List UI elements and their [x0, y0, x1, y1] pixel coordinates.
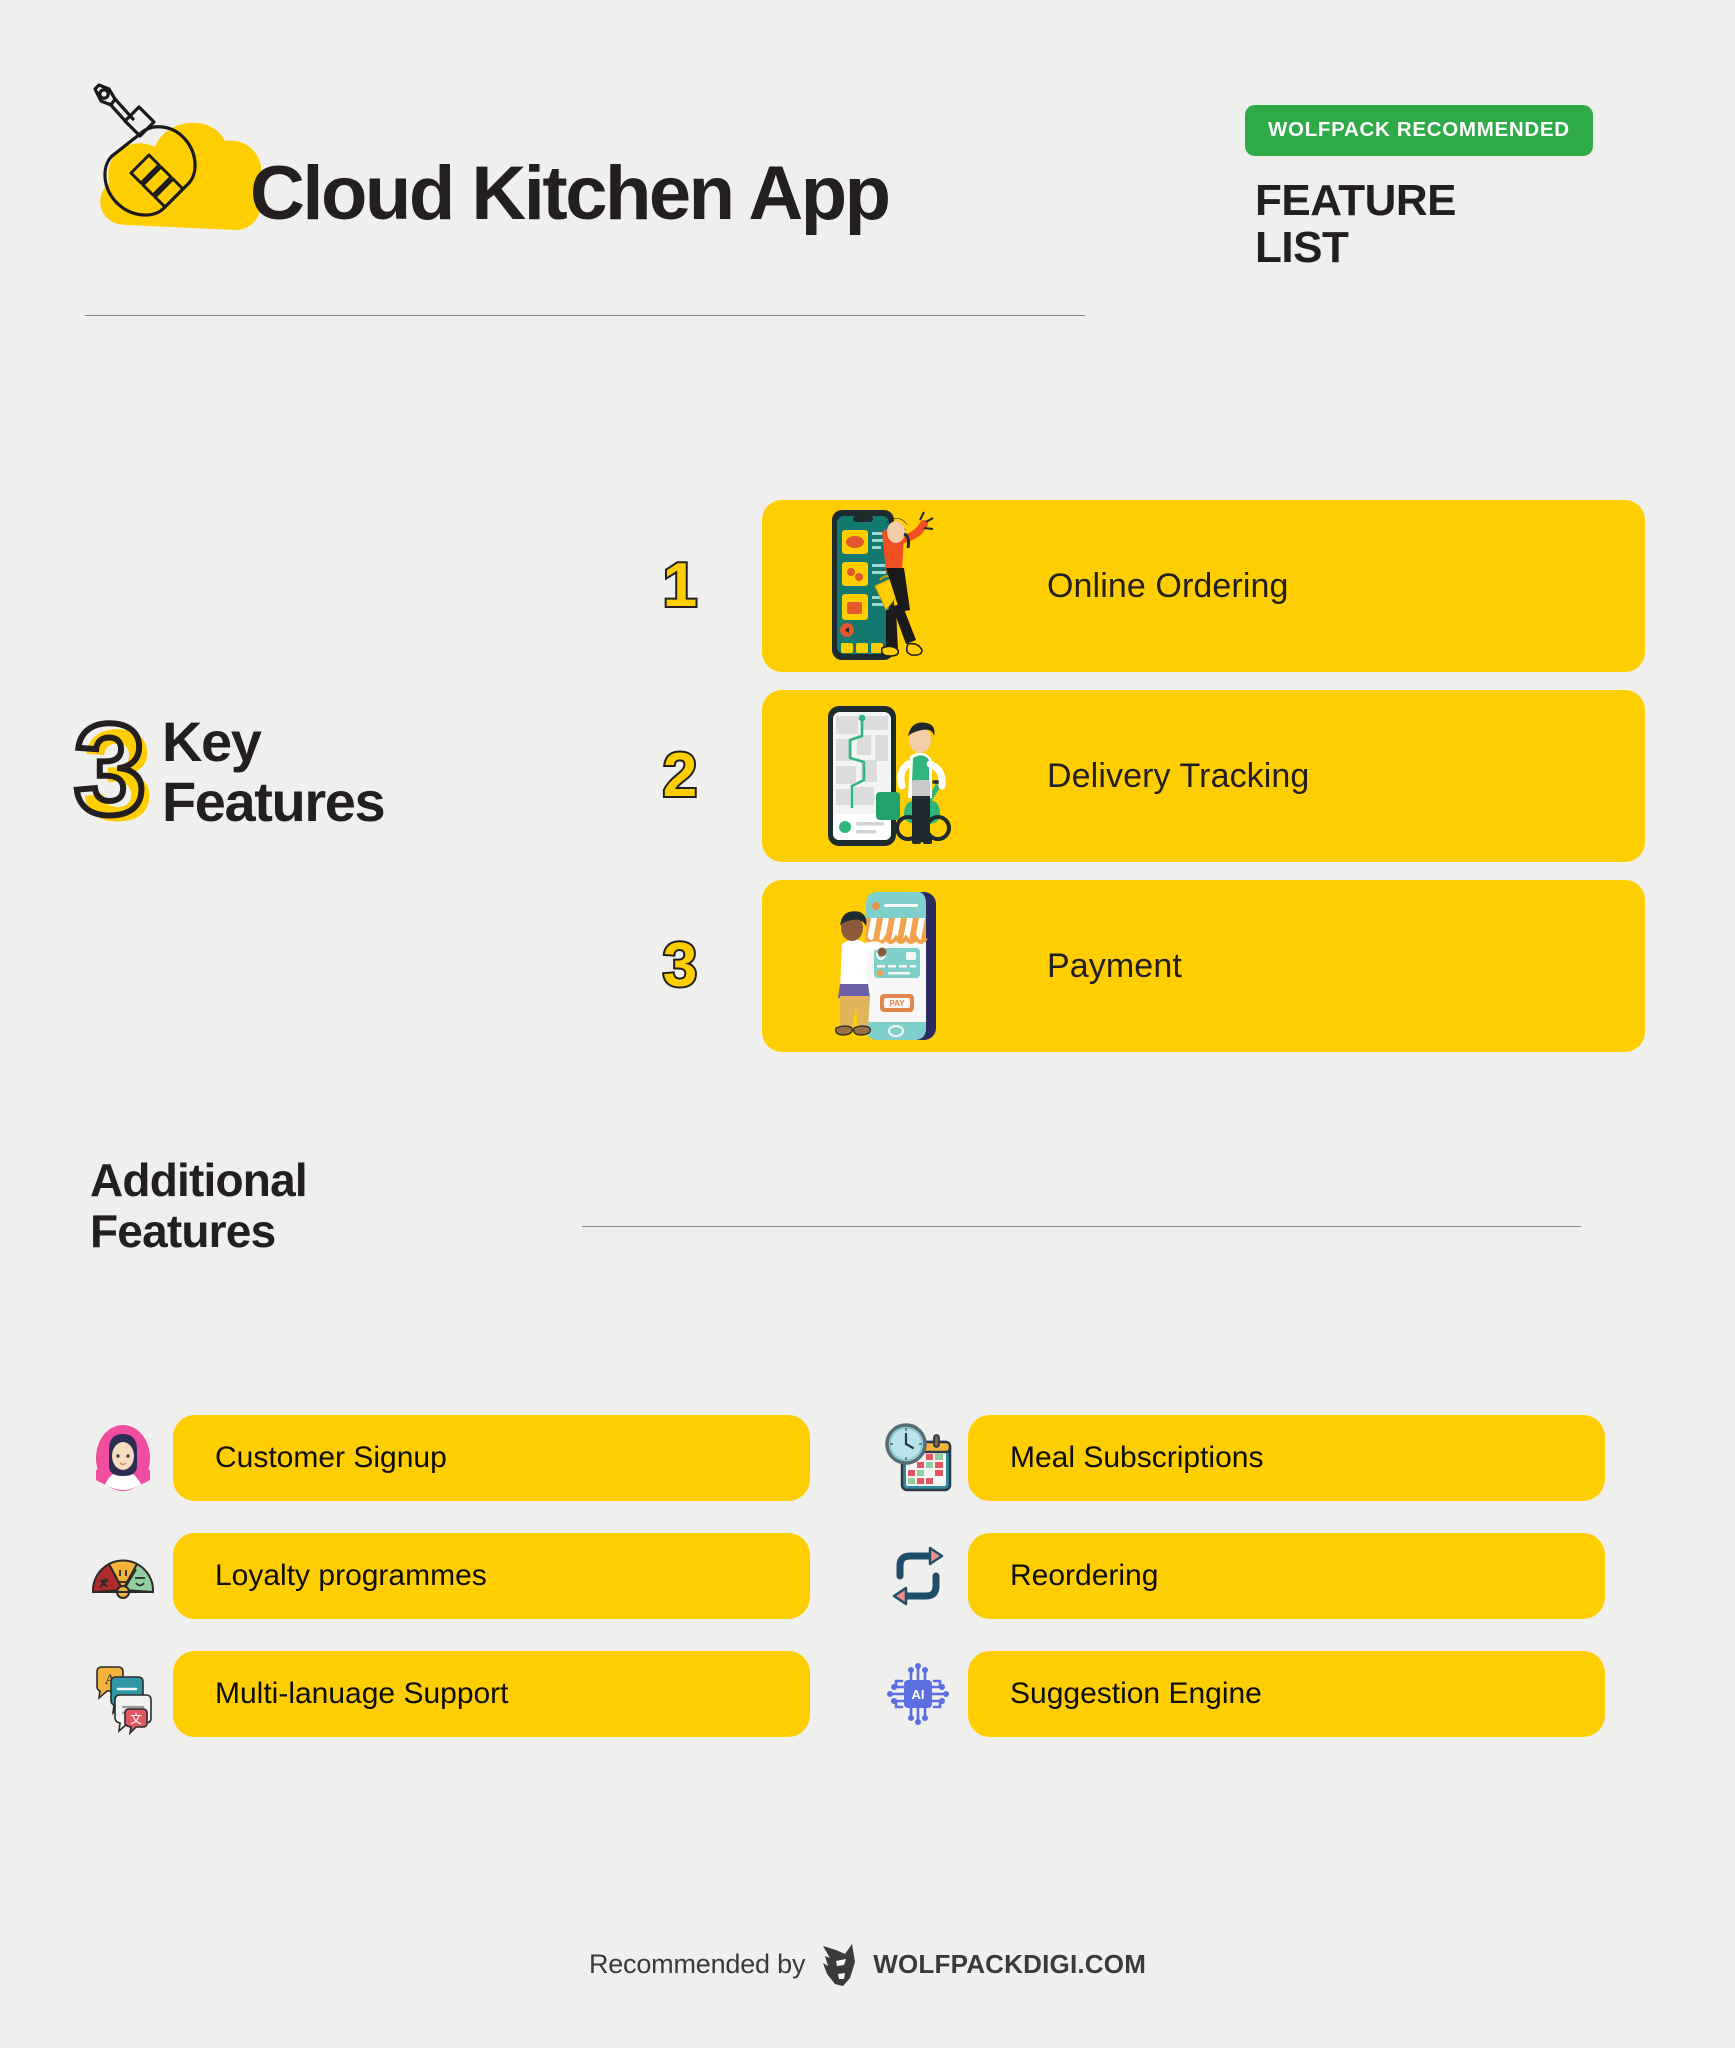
- header-divider: [85, 315, 1085, 316]
- svg-text:文: 文: [130, 1711, 142, 1726]
- infographic-page: Cloud Kitchen App WOLFPACK RECOMMENDED F…: [0, 0, 1735, 2048]
- footer-brand: WOLFPACKDIGI.COM: [873, 1948, 1147, 1979]
- key-feature-number: 1: [661, 549, 699, 622]
- phone-map-scooter-illustration: [820, 696, 955, 856]
- list-item[interactable]: Meal Subscriptions: [880, 1405, 1605, 1523]
- pill-label[interactable]: Meal Subscriptions: [968, 1415, 1605, 1501]
- key-feature-number: 3: [661, 929, 699, 1002]
- pill-label[interactable]: Multi-lanuage Support: [173, 1651, 810, 1737]
- user-avatar-icon: [85, 1420, 161, 1496]
- footer: Recommended by WOLFPACKDIGI.COM: [0, 1942, 1735, 1986]
- feature-list-heading-line2: LIST: [1255, 222, 1349, 272]
- key-feature-card[interactable]: PAY Payment: [762, 880, 1645, 1052]
- list-item[interactable]: Customer Signup: [85, 1405, 810, 1523]
- key-features-heading-line1: Key: [162, 710, 262, 773]
- list-item[interactable]: Loyalty programmes: [85, 1523, 810, 1641]
- header: Cloud Kitchen App WOLFPACK RECOMMENDED F…: [55, 45, 1675, 335]
- list-item[interactable]: Reordering: [880, 1523, 1605, 1641]
- brand-lockup: Cloud Kitchen App: [85, 55, 1125, 285]
- key-feature-label: Payment: [1047, 946, 1182, 985]
- key-feature-card[interactable]: Delivery Tracking: [762, 690, 1645, 862]
- list-item[interactable]: AI Suggestion Engine: [880, 1641, 1605, 1759]
- key-features-heading-text: Key Features: [162, 710, 386, 834]
- status-badge: WOLFPACK RECOMMENDED: [1245, 105, 1593, 156]
- clock-calendar-icon: [880, 1420, 956, 1496]
- pill-label[interactable]: Reordering: [968, 1533, 1605, 1619]
- phone-shopper-illustration: [820, 506, 955, 666]
- key-features-section: 3 3 Key Features 1 Online Ordering 2 Del…: [0, 500, 1735, 1070]
- additional-features-heading-line2: Features: [90, 1204, 276, 1257]
- feature-list-heading-line1: FEATURE: [1255, 176, 1457, 225]
- pill-label[interactable]: Customer Signup: [173, 1415, 810, 1501]
- key-features-heading: 3 3 Key Features: [62, 693, 532, 860]
- list-item[interactable]: A 文 Multi-lanuage Support: [85, 1641, 810, 1759]
- phone-storefront-card-illustration: PAY: [820, 886, 955, 1046]
- additional-features-heading: Additional Features: [90, 1154, 308, 1257]
- pill-label[interactable]: Loyalty programmes: [173, 1533, 810, 1619]
- key-feature-number: 2: [661, 739, 699, 812]
- additional-features-right-column: Meal Subscriptions Reordering AI Suggest…: [880, 1405, 1605, 1759]
- key-feature-label: Online Ordering: [1047, 566, 1289, 605]
- key-feature-card[interactable]: Online Ordering: [762, 500, 1645, 672]
- feature-list-heading: FEATURE LIST: [1255, 176, 1675, 272]
- translate-chat-icon: A 文: [85, 1656, 161, 1736]
- loop-arrows-icon: [880, 1538, 956, 1614]
- pill-label[interactable]: Suggestion Engine: [968, 1651, 1605, 1737]
- key-features-list: 1 Online Ordering 2 Delivery Tracking 3 …: [630, 500, 1690, 1070]
- svg-text:AI: AI: [912, 1687, 925, 1702]
- page-title: Cloud Kitchen App: [250, 151, 891, 236]
- satisfaction-gauge-icon: [85, 1538, 161, 1614]
- wolf-head-icon: [819, 1942, 859, 1986]
- svg-text:3: 3: [74, 696, 146, 842]
- key-feature-row[interactable]: 3 PAY Payment: [630, 880, 1690, 1052]
- additional-features-divider: [582, 1226, 1581, 1227]
- key-features-heading-line2: Features: [162, 770, 386, 834]
- header-right-block: WOLFPACK RECOMMENDED FEATURE LIST: [1245, 105, 1675, 271]
- additional-features-left-column: Customer Signup Loyalty programmes A 文 M…: [85, 1405, 810, 1759]
- additional-features-heading-line1: Additional: [90, 1154, 308, 1206]
- ai-chip-icon: AI: [880, 1656, 956, 1732]
- footer-prefix: Recommended by: [588, 1948, 806, 1979]
- key-feature-label: Delivery Tracking: [1047, 756, 1310, 795]
- key-feature-row[interactable]: 1 Online Ordering: [630, 500, 1690, 672]
- svg-text:PAY: PAY: [889, 999, 905, 1008]
- key-feature-row[interactable]: 2 Delivery Tracking: [630, 690, 1690, 862]
